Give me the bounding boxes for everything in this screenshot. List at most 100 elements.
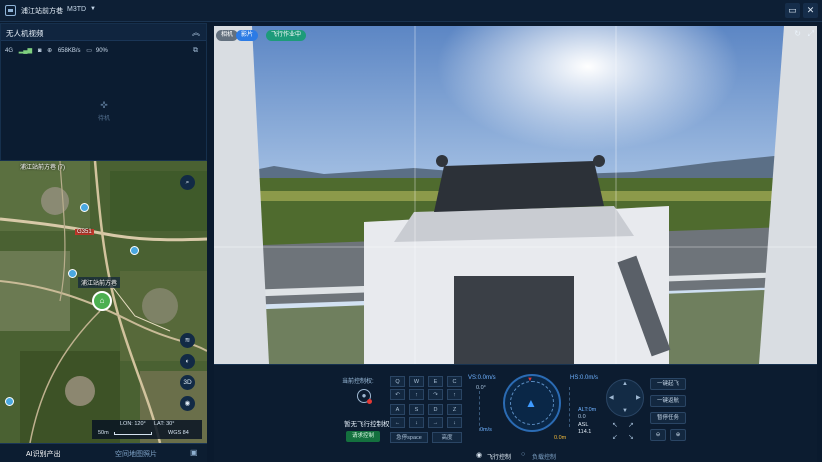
station-label[interactable]: 浦江站前方巷 (78, 277, 121, 288)
app-title: 浦江站前方巷 (21, 8, 63, 15)
zoom-out-icon[interactable]: ⊖ (650, 429, 666, 441)
message-icon[interactable]: ▭ (785, 3, 800, 18)
bottom-tabs: AI识别产出 空间地图照片 ▣ (0, 443, 207, 462)
attitude-compass: ▼ ▲ (503, 374, 561, 432)
dock-marker-icon[interactable]: ⌂ (92, 291, 112, 311)
no-control-text: 暂无飞行控制权 (344, 421, 390, 428)
poi-icon[interactable] (5, 397, 14, 406)
signal-icon: ▂▄▆ (18, 48, 33, 54)
aircraft-heading-icon: ▲ (525, 396, 537, 410)
drone-icon: ✜ (100, 100, 108, 110)
scale-ruler (114, 432, 152, 435)
authority-label: 当前控制权: (342, 379, 374, 385)
key-down[interactable]: ↓ (447, 417, 462, 428)
north-marker-icon: ▼ (527, 377, 533, 383)
vs-readout: VS:0.0m/s (468, 375, 496, 381)
key-forward[interactable]: ↑ (409, 389, 424, 400)
flight-control-radio-icon[interactable]: ◉ (476, 451, 482, 459)
speed-bottom-readout: 0m/s (480, 427, 492, 433)
key-c[interactable]: C (447, 376, 462, 387)
key-up[interactable]: ↑ (447, 389, 462, 400)
datum-label: WGS 84 (168, 430, 189, 436)
key-q[interactable]: Q (390, 376, 405, 387)
camera-icon: ◙ (37, 48, 42, 54)
app-logo-icon (5, 5, 16, 16)
panel-title: 无人机视频 (6, 29, 44, 38)
tab-ai-output[interactable]: AI识别产出 (26, 449, 61, 459)
key-turn-right[interactable]: ↷ (428, 389, 443, 400)
key-d[interactable]: D (428, 404, 443, 415)
collapse-icon[interactable]: ︽ (192, 27, 200, 38)
no-control-dot-icon (367, 399, 372, 404)
tab-space-photos[interactable]: 空间地图照片 (115, 449, 157, 459)
asl-value: 114.1 (578, 429, 592, 435)
speed-value: 658KB/s (57, 48, 81, 54)
device-selector[interactable]: M3TD (67, 6, 86, 13)
alt-label: ALT:0m (578, 407, 597, 413)
key-w[interactable]: W (409, 376, 424, 387)
battery-value: 90% (95, 48, 108, 54)
scale-distance: 50m (98, 430, 109, 436)
flight-control-panel: 当前控制权: ● 暂无飞行控制权 请求控制 Q W E C ↶ ↑ ↷ ↑ A … (214, 364, 817, 462)
asl-label: ASL (578, 422, 589, 428)
arrow-br-icon[interactable]: ↘ (628, 433, 634, 441)
locate-icon[interactable]: ◉ (180, 396, 195, 411)
fullscreen-icon[interactable]: ⧉ (193, 47, 198, 55)
arrow-bl-icon[interactable]: ↙ (612, 433, 618, 441)
map-top-label: 浦江站前方巷 (7) (20, 165, 66, 171)
video-frame (214, 26, 817, 364)
key-turn-left[interactable]: ↶ (390, 389, 405, 400)
offline-indicator: ✜ 待机 (87, 100, 121, 122)
arrow-tr-icon[interactable]: ↗ (628, 421, 634, 429)
poi-icon[interactable] (80, 203, 89, 212)
height-button[interactable]: 高度 (432, 432, 462, 443)
layers-icon[interactable]: ≋ (180, 333, 195, 348)
zoom-in-icon[interactable]: ⊕ (670, 429, 686, 441)
gallery-icon[interactable]: ▣ (190, 448, 198, 457)
key-back[interactable]: ↓ (409, 417, 424, 428)
key-e[interactable]: E (428, 376, 443, 387)
payload-control-tab[interactable]: 负载控制 (532, 452, 556, 461)
compass-icon[interactable]: ◐ (180, 354, 195, 369)
pause-task-button[interactable]: 暂停任务 (650, 412, 686, 424)
takeoff-button[interactable]: 一键起飞 (650, 378, 686, 390)
top-bar: 浦江站前方巷 M3TD ▼ ▭ ✕ (0, 0, 822, 22)
3d-view-button[interactable]: 3D (180, 375, 195, 390)
chip-camera[interactable]: 相机 (216, 30, 239, 41)
battery-icon: ▭ (86, 48, 92, 54)
offline-label: 待机 (97, 116, 110, 122)
lon-readout: LON: 120° (120, 421, 146, 427)
panel-header: 无人机视频 ︽ (1, 24, 206, 41)
expand-icon[interactable]: ⤢ (808, 29, 814, 39)
close-button[interactable]: ✕ (803, 3, 818, 18)
poi-icon[interactable] (130, 246, 139, 255)
ground-distance: 0.0m (554, 435, 567, 441)
satellite-map[interactable]: 浦江站前方巷 (7) G351 浦江站前方巷 ⌂ ⌕ ≋ ◐ 3D ◉ (0, 161, 207, 443)
key-z[interactable]: Z (447, 404, 462, 415)
hs-scale (569, 387, 572, 427)
emergency-stop-button[interactable]: 急停space (390, 432, 428, 443)
live-video-feed[interactable]: 相机 影片 飞行作业中 ↻ ⤢ (214, 26, 817, 364)
return-home-button[interactable]: 一键返航 (650, 395, 686, 407)
road-label: G351 (75, 229, 94, 235)
chip-video[interactable]: 影片 (236, 30, 259, 41)
flight-control-tab[interactable]: 飞行控制 (487, 452, 511, 461)
key-left[interactable]: ← (390, 417, 405, 428)
caret-down-icon[interactable]: ▼ (90, 6, 96, 12)
map-search-icon[interactable]: ⌕ (180, 175, 195, 190)
lat-readout: LAT: 30° (154, 421, 175, 427)
map-scale-bar: LON: 120° LAT: 30° 50m WGS 84 (92, 420, 202, 439)
refresh-icon[interactable]: ↻ (794, 29, 801, 38)
poi-icon[interactable] (68, 269, 77, 278)
arrow-tl-icon[interactable]: ↖ (612, 421, 618, 429)
drone-video-panel: 无人机视频 ︽ 4G ▂▄▆ ◙ ⊕ 658KB/s ▭ 90% ⧉ ✜ 待机 (0, 23, 207, 161)
alt-value: 0.0 (578, 414, 586, 420)
key-a[interactable]: A (390, 404, 405, 415)
gimbal-joystick[interactable]: ▲ ▼ ◀ ▶ (606, 379, 644, 417)
key-s[interactable]: S (409, 404, 424, 415)
key-right[interactable]: → (428, 417, 443, 428)
payload-control-radio-icon[interactable]: ○ (521, 451, 525, 458)
request-control-button[interactable]: 请求控制 (346, 431, 380, 442)
vs-scale (479, 391, 482, 431)
gps-icon: ⊕ (47, 48, 53, 54)
